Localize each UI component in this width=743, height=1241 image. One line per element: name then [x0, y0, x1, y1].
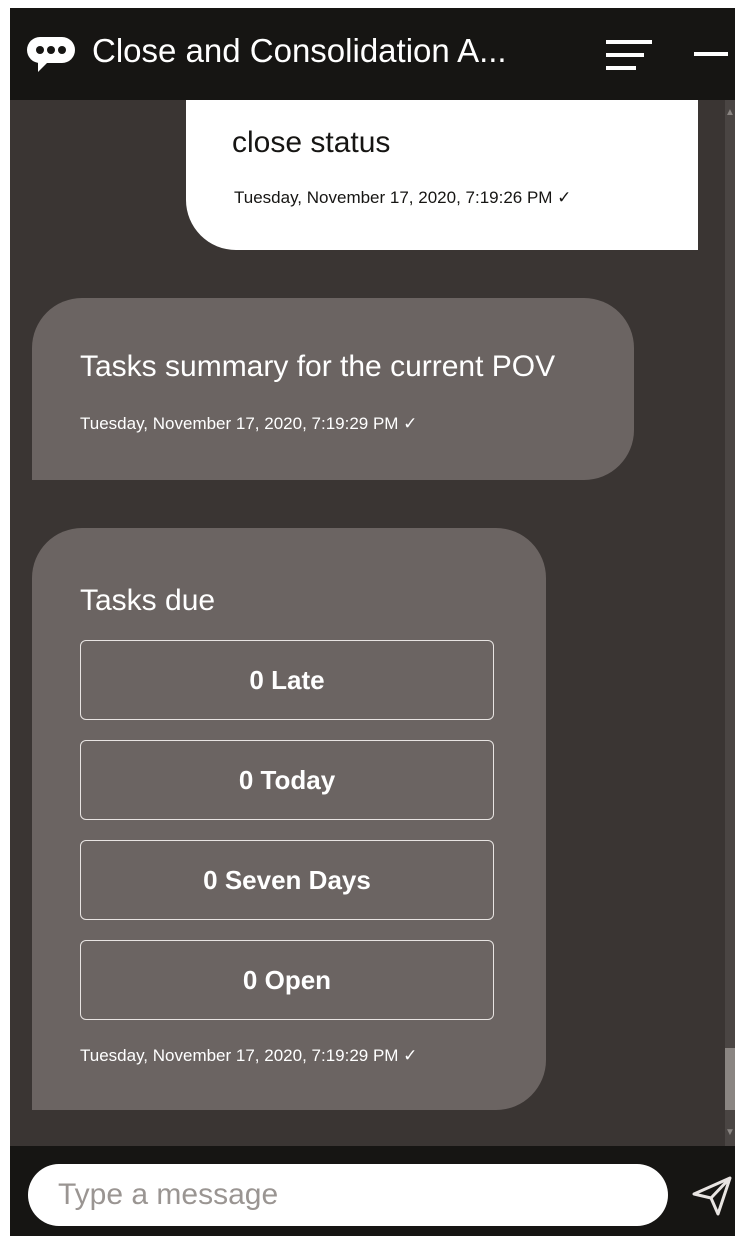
- bot-message-bubble: Tasks summary for the current POV Tuesda…: [32, 298, 634, 480]
- scroll-up-arrow-icon[interactable]: ▲: [725, 104, 735, 122]
- chat-widget: Close and Consolidation A... close statu…: [10, 8, 735, 1236]
- user-message-bubble: close status Tuesday, November 17, 2020,…: [186, 100, 698, 250]
- open-tasks-button[interactable]: 0 Open: [80, 940, 494, 1020]
- scrollbar[interactable]: ▲ ▼: [725, 100, 735, 1146]
- tasks-due-heading: Tasks due: [80, 584, 216, 617]
- tasks-card-timestamp: Tuesday, November 17, 2020, 7:19:29 PM ✓: [80, 1046, 418, 1065]
- message-composer: [10, 1146, 735, 1236]
- user-message-text: close status: [232, 126, 391, 159]
- today-tasks-button[interactable]: 0 Today: [80, 740, 494, 820]
- bot-message-timestamp: Tuesday, November 17, 2020, 7:19:29 PM ✓: [80, 414, 418, 433]
- user-message-timestamp: Tuesday, November 17, 2020, 7:19:26 PM ✓: [234, 188, 572, 207]
- chat-bubble-icon: [27, 37, 75, 72]
- conversation-area: close status Tuesday, November 17, 2020,…: [10, 100, 725, 1146]
- bot-message-text: Tasks summary for the current POV: [80, 350, 556, 383]
- chat-title: Close and Consolidation A...: [92, 32, 507, 69]
- seven-days-tasks-button[interactable]: 0 Seven Days: [80, 840, 494, 920]
- chat-header: Close and Consolidation A...: [10, 8, 735, 100]
- tasks-due-card: Tasks due 0 Late 0 Today 0 Seven Days 0 …: [32, 528, 546, 1110]
- minimize-icon[interactable]: [694, 48, 728, 60]
- message-input[interactable]: [28, 1164, 668, 1226]
- scroll-thumb[interactable]: [725, 1048, 735, 1110]
- hamburger-menu-icon[interactable]: [606, 38, 652, 72]
- late-tasks-button[interactable]: 0 Late: [80, 640, 494, 720]
- send-icon[interactable]: [690, 1174, 734, 1218]
- scroll-down-arrow-icon[interactable]: ▼: [725, 1124, 735, 1142]
